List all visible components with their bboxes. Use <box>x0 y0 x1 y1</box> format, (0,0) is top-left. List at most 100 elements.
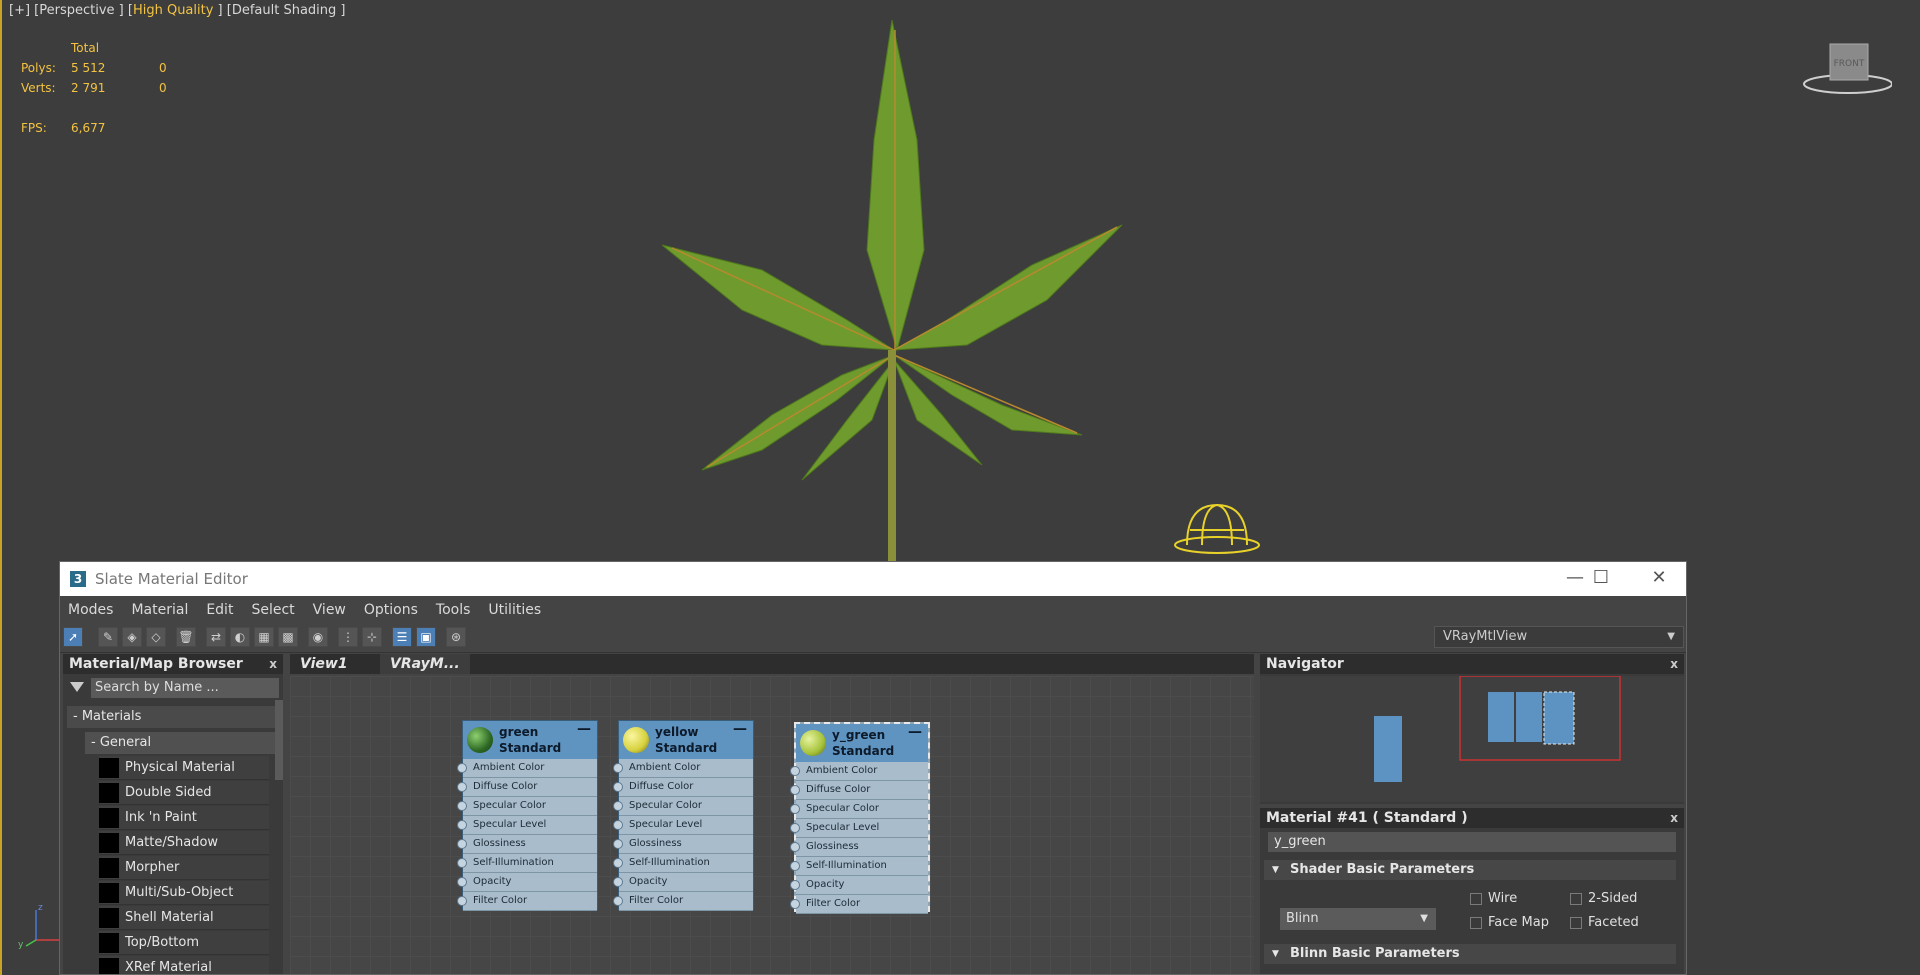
maximize-button[interactable]: ☐ <box>1572 562 1630 596</box>
input-socket[interactable] <box>457 782 467 792</box>
material-panel-close-button[interactable]: x <box>1670 808 1678 828</box>
show-end-result-icon[interactable]: ◉ <box>308 627 328 647</box>
viewport-label[interactable]: [+] [Perspective ] [High Quality ] [Defa… <box>9 3 345 18</box>
list-item[interactable]: Top/Bottom <box>99 931 269 955</box>
view-selector[interactable]: VRayMtlView ▼ <box>1434 626 1684 648</box>
browser-scrollbar[interactable] <box>275 700 283 780</box>
material-name-field[interactable]: y_green <box>1268 832 1676 852</box>
move-children-icon[interactable]: ⇄ <box>206 627 226 647</box>
delete-icon[interactable]: 🗑 <box>176 627 196 647</box>
material-node-y-green[interactable]: y_green Standard — Ambient Color Diffuse… <box>790 722 930 914</box>
input-socket[interactable] <box>613 820 623 830</box>
slot-glossiness[interactable]: Glossiness <box>613 835 753 854</box>
select-by-material-icon[interactable]: ⊛ <box>446 627 466 647</box>
parameter-editor-icon[interactable]: ▣ <box>416 627 436 647</box>
input-socket[interactable] <box>457 858 467 868</box>
menu-view[interactable]: View <box>313 602 346 618</box>
input-socket[interactable] <box>790 804 800 814</box>
node-header[interactable]: yellow Standard — <box>619 721 753 759</box>
list-item[interactable]: Physical Material <box>99 756 269 780</box>
slot-specular-color[interactable]: Specular Color <box>457 797 597 816</box>
category-general[interactable]: - General <box>85 732 279 754</box>
list-item[interactable]: Double Sided <box>99 781 269 805</box>
viewcube[interactable]: FRONT <box>1802 40 1892 100</box>
close-button[interactable]: ✕ <box>1630 562 1686 596</box>
slot-self-illumination[interactable]: Self-Illumination <box>457 854 597 873</box>
checkbox-box[interactable] <box>1570 917 1582 929</box>
slot-opacity[interactable]: Opacity <box>790 876 928 895</box>
layout-all-icon[interactable]: ⋮ <box>338 627 358 647</box>
slot-self-illumination[interactable]: Self-Illumination <box>613 854 753 873</box>
menu-edit[interactable]: Edit <box>206 602 233 618</box>
checkbox-box[interactable] <box>1470 917 1482 929</box>
rollout-blinn-basic-parameters[interactable]: ▼ Blinn Basic Parameters <box>1264 944 1676 964</box>
checkbox-2-sided[interactable]: 2-Sided <box>1570 892 1637 906</box>
input-socket[interactable] <box>613 877 623 887</box>
input-socket[interactable] <box>790 899 800 909</box>
input-socket[interactable] <box>457 839 467 849</box>
browser-close-button[interactable]: x <box>269 654 277 674</box>
slot-ambient-color[interactable]: Ambient Color <box>457 759 597 778</box>
navigator-minimap[interactable] <box>1260 675 1684 802</box>
search-options-icon[interactable] <box>70 682 84 692</box>
assign-to-selection-icon[interactable]: ◇ <box>146 627 166 647</box>
input-socket[interactable] <box>613 763 623 773</box>
select-tool-icon[interactable]: ➚ <box>63 627 83 647</box>
slot-opacity[interactable]: Opacity <box>457 873 597 892</box>
input-socket[interactable] <box>457 896 467 906</box>
input-socket[interactable] <box>790 861 800 871</box>
editor-titlebar[interactable]: 3 Slate Material Editor — ☐ ✕ <box>60 562 1686 596</box>
list-item[interactable]: Morpher <box>99 856 269 880</box>
put-to-scene-icon[interactable]: ◈ <box>122 627 142 647</box>
slot-self-illumination[interactable]: Self-Illumination <box>790 857 928 876</box>
tab-view1[interactable]: View1 <box>290 654 378 674</box>
slot-glossiness[interactable]: Glossiness <box>790 838 928 857</box>
menu-tools[interactable]: Tools <box>436 602 471 618</box>
slate-material-editor-window[interactable]: 3 Slate Material Editor — ☐ ✕ Modes Mate… <box>59 561 1687 975</box>
checkbox-wire[interactable]: Wire <box>1470 892 1517 906</box>
slot-specular-level[interactable]: Specular Level <box>457 816 597 835</box>
show-background-icon[interactable]: ▩ <box>278 627 298 647</box>
checkbox-box[interactable] <box>1470 893 1482 905</box>
input-socket[interactable] <box>613 782 623 792</box>
menu-options[interactable]: Options <box>364 602 418 618</box>
checkbox-face-map[interactable]: Face Map <box>1470 916 1549 930</box>
node-header[interactable]: green Standard — <box>463 721 597 759</box>
slot-specular-color[interactable]: Specular Color <box>613 797 753 816</box>
list-item[interactable]: Multi/Sub-Object <box>99 881 269 905</box>
list-item[interactable]: Shell Material <box>99 906 269 930</box>
shader-type-select[interactable]: Blinn ▼ <box>1280 908 1436 930</box>
light-dome-helper[interactable] <box>1172 500 1262 560</box>
collapse-icon[interactable]: — <box>577 721 591 737</box>
input-socket[interactable] <box>790 766 800 776</box>
input-socket[interactable] <box>457 763 467 773</box>
slot-diffuse-color[interactable]: Diffuse Color <box>790 781 928 800</box>
navigator-close-button[interactable]: x <box>1670 654 1678 674</box>
list-item[interactable]: Matte/Shadow <box>99 831 269 855</box>
rollout-shader-basic-parameters[interactable]: ▼ Shader Basic Parameters <box>1264 860 1676 880</box>
layout-children-icon[interactable]: ⊹ <box>362 627 382 647</box>
node-view-canvas[interactable]: green Standard — Ambient Color Diffuse C… <box>290 676 1254 974</box>
material-map-browser-icon[interactable]: ☰ <box>392 627 412 647</box>
hide-unused-icon[interactable]: ◐ <box>230 627 250 647</box>
search-input[interactable]: Search by Name ... <box>91 678 279 698</box>
input-socket[interactable] <box>790 842 800 852</box>
viewport-quality-label[interactable]: High Quality <box>133 3 213 18</box>
input-socket[interactable] <box>613 839 623 849</box>
checkbox-box[interactable] <box>1570 893 1582 905</box>
input-socket[interactable] <box>457 801 467 811</box>
input-socket[interactable] <box>790 880 800 890</box>
input-socket[interactable] <box>790 823 800 833</box>
show-shaded-icon[interactable]: ▦ <box>254 627 274 647</box>
collapse-icon[interactable]: — <box>908 724 922 740</box>
input-socket[interactable] <box>613 896 623 906</box>
slot-ambient-color[interactable]: Ambient Color <box>613 759 753 778</box>
list-item[interactable]: XRef Material <box>99 956 269 974</box>
slot-diffuse-color[interactable]: Diffuse Color <box>457 778 597 797</box>
menu-select[interactable]: Select <box>251 602 294 618</box>
slot-diffuse-color[interactable]: Diffuse Color <box>613 778 753 797</box>
slot-specular-level[interactable]: Specular Level <box>790 819 928 838</box>
cannabis-leaf-model[interactable] <box>662 20 1132 565</box>
tab-vraymtlview[interactable]: VRayM... <box>380 654 470 674</box>
viewport-shading-label[interactable]: ] [Default Shading ] <box>213 3 346 18</box>
